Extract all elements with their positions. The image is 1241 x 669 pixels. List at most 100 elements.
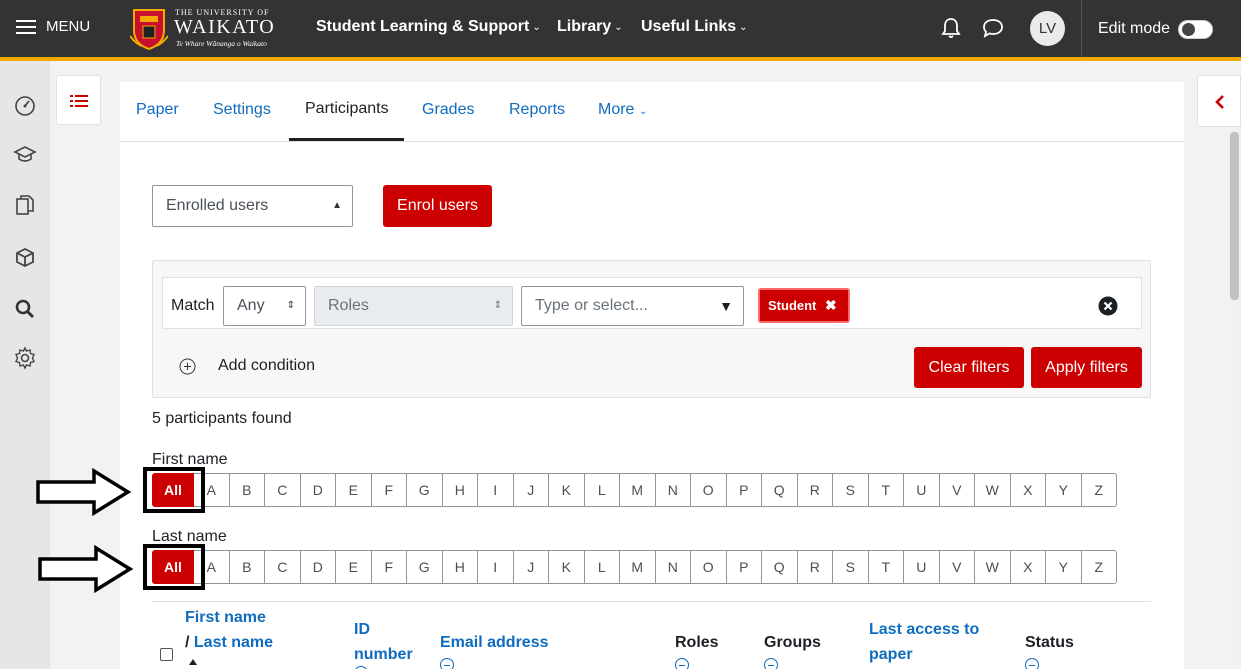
secondary-navigation: Paper Settings Participants Grades Repor… [120, 82, 1184, 142]
list-icon [70, 95, 88, 107]
open-index-drawer-button[interactable] [56, 75, 101, 125]
first-initial-x[interactable]: X [1010, 473, 1046, 507]
collapse-roles-icon[interactable] [675, 658, 689, 669]
menu-button[interactable]: MENU [16, 18, 90, 35]
first-initial-o[interactable]: O [691, 473, 727, 507]
last-initial-u[interactable]: U [904, 550, 940, 584]
first-initial-i[interactable]: I [478, 473, 514, 507]
last-initial-e[interactable]: E [336, 550, 372, 584]
last-initial-c[interactable]: C [265, 550, 301, 584]
sort-arrows-icon: ⇕ [286, 300, 295, 311]
last-initial-w[interactable]: W [975, 550, 1011, 584]
last-initial-x[interactable]: X [1010, 550, 1046, 584]
first-initial-r[interactable]: R [797, 473, 833, 507]
first-initial-g[interactable]: G [407, 473, 443, 507]
apply-filters-button[interactable]: Apply filters [1031, 347, 1142, 388]
first-initial-q[interactable]: Q [762, 473, 798, 507]
first-initial-u[interactable]: U [904, 473, 940, 507]
first-initial-t[interactable]: T [868, 473, 904, 507]
first-initial-b[interactable]: B [229, 473, 265, 507]
id-number-header[interactable]: ID number [354, 617, 413, 667]
first-initial-v[interactable]: V [939, 473, 975, 507]
last-initial-b[interactable]: B [229, 550, 265, 584]
last-initial-p[interactable]: P [726, 550, 762, 584]
bell-icon[interactable] [939, 16, 963, 40]
nav-useful-links[interactable]: Useful Links ⌄ [641, 18, 748, 36]
last-access-header[interactable]: Last access to paper [869, 617, 979, 667]
tab-paper[interactable]: Paper [136, 101, 179, 119]
first-name-sort-header[interactable]: First name / Last name [185, 605, 273, 655]
last-initial-q[interactable]: Q [762, 550, 798, 584]
edit-mode-toggle[interactable] [1178, 20, 1213, 39]
cube-icon[interactable] [13, 246, 37, 270]
open-block-drawer-button[interactable] [1197, 75, 1241, 127]
last-initial-l[interactable]: L [584, 550, 620, 584]
search-icon[interactable] [13, 297, 37, 321]
last-initial-s[interactable]: S [833, 550, 869, 584]
message-icon[interactable] [981, 16, 1005, 40]
documents-icon[interactable] [13, 193, 37, 217]
first-initial-n[interactable]: N [655, 473, 691, 507]
last-initial-k[interactable]: K [549, 550, 585, 584]
last-initial-j[interactable]: J [513, 550, 549, 584]
nav-student-learning[interactable]: Student Learning & Support ⌄ [316, 18, 541, 36]
gear-icon[interactable] [13, 346, 37, 370]
last-name-sort-link[interactable]: Last name [194, 634, 273, 651]
last-initial-h[interactable]: H [442, 550, 478, 584]
last-initial-y[interactable]: Y [1046, 550, 1082, 584]
tab-settings[interactable]: Settings [213, 101, 271, 119]
match-select[interactable]: Any ⇕ [223, 286, 306, 326]
last-initial-g[interactable]: G [407, 550, 443, 584]
tab-grades[interactable]: Grades [422, 101, 474, 119]
email-header[interactable]: Email address [440, 630, 549, 655]
last-initial-o[interactable]: O [691, 550, 727, 584]
select-all-checkbox[interactable] [160, 648, 173, 661]
close-icon[interactable]: ✖ [825, 297, 837, 313]
last-initial-t[interactable]: T [868, 550, 904, 584]
collapse-email-icon[interactable] [440, 658, 454, 669]
last-initial-n[interactable]: N [655, 550, 691, 584]
enrolled-users-select[interactable]: Enrolled users ▲ [152, 185, 353, 227]
remove-row-icon[interactable] [1098, 296, 1118, 316]
scrollbar-thumb[interactable] [1230, 132, 1239, 300]
last-initial-f[interactable]: F [371, 550, 407, 584]
first-initial-w[interactable]: W [975, 473, 1011, 507]
nav-library[interactable]: Library ⌄ [557, 18, 623, 36]
first-initial-j[interactable]: J [513, 473, 549, 507]
first-initial-m[interactable]: M [620, 473, 656, 507]
last-initial-m[interactable]: M [620, 550, 656, 584]
tab-more[interactable]: More ⌄ [598, 101, 647, 119]
first-initial-z[interactable]: Z [1081, 473, 1117, 507]
first-initial-s[interactable]: S [833, 473, 869, 507]
clear-filters-button[interactable]: Clear filters [914, 347, 1024, 388]
first-initial-d[interactable]: D [300, 473, 336, 507]
first-name-sort-link[interactable]: First name [185, 609, 266, 626]
collapse-status-icon[interactable] [1025, 658, 1039, 669]
tab-reports[interactable]: Reports [509, 101, 565, 119]
last-initial-d[interactable]: D [300, 550, 336, 584]
last-initial-i[interactable]: I [478, 550, 514, 584]
first-initial-k[interactable]: K [549, 473, 585, 507]
first-initial-f[interactable]: F [371, 473, 407, 507]
last-initial-v[interactable]: V [939, 550, 975, 584]
graduation-cap-icon[interactable] [13, 143, 37, 167]
student-filter-tag[interactable]: Student ✖ [758, 288, 850, 323]
tab-participants[interactable]: Participants [305, 100, 389, 118]
first-initial-y[interactable]: Y [1046, 473, 1082, 507]
first-initial-e[interactable]: E [336, 473, 372, 507]
last-initial-z[interactable]: Z [1081, 550, 1117, 584]
dashboard-icon[interactable] [13, 93, 37, 117]
filter-type-select[interactable]: Roles ⇕ [314, 286, 513, 326]
first-initial-h[interactable]: H [442, 473, 478, 507]
first-initial-l[interactable]: L [584, 473, 620, 507]
user-avatar[interactable]: LV [1030, 11, 1065, 46]
enrol-users-button[interactable]: Enrol users [383, 185, 492, 227]
first-initial-c[interactable]: C [265, 473, 301, 507]
page-scrollbar[interactable] [1228, 130, 1241, 669]
university-logo[interactable]: THE UNIVERSITY OF WAIKATO Te Whare Wānan… [130, 6, 280, 50]
add-condition-button[interactable]: Add condition [179, 357, 315, 375]
filter-value-input[interactable]: Type or select... ▼ [521, 286, 744, 326]
collapse-groups-icon[interactable] [764, 658, 778, 669]
first-initial-p[interactable]: P [726, 473, 762, 507]
last-initial-r[interactable]: R [797, 550, 833, 584]
